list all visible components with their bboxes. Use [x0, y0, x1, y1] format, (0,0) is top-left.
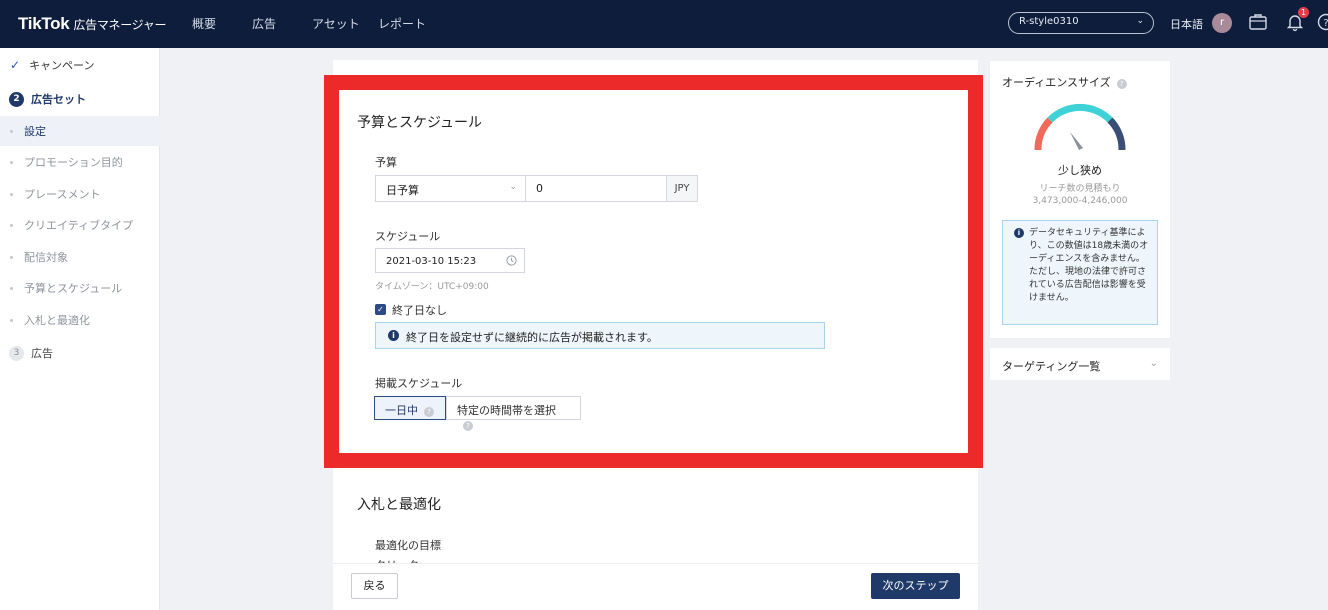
- sidebar-item-bidding[interactable]: 入札と最適化: [0, 305, 160, 335]
- nav-ads[interactable]: 広告: [252, 15, 276, 32]
- chevron-down-icon: ⌄: [1136, 16, 1144, 26]
- bullet-icon: [10, 286, 13, 290]
- sidebar-item-label: 入札と最適化: [24, 314, 90, 327]
- sidebar-item-label: クリエイティブタイプ: [24, 219, 134, 232]
- targeting-summary-toggle[interactable]: ターゲティング一覧 ⌄: [990, 348, 1170, 380]
- sidebar-item-label: プレースメント: [24, 188, 101, 201]
- sidebar-item-budget-schedule[interactable]: 予算とスケジュール: [0, 273, 160, 303]
- targeting-label: ターゲティング一覧: [1002, 360, 1101, 373]
- sidebar-step-label: 広告: [31, 347, 53, 360]
- notification-badge: 1: [1298, 7, 1309, 18]
- reach-range: 3,473,000-4,246,000: [1032, 196, 1128, 206]
- audience-size-title: オーディエンスサイズ?: [1002, 74, 1127, 90]
- sidebar-step-label: キャンペーン: [29, 59, 95, 72]
- svg-text:?: ?: [1323, 18, 1328, 29]
- sidebar: ✓ キャンペーン 2 広告セット 設定 プロモーション目的 プレースメント クリ…: [0, 48, 160, 610]
- bullet-icon: [10, 223, 13, 227]
- account-selector[interactable]: R-style0310 ⌄: [1008, 12, 1154, 34]
- highlight-box: [324, 75, 983, 468]
- nav-assets[interactable]: アセット: [312, 15, 360, 32]
- avatar[interactable]: r: [1212, 13, 1232, 33]
- sidebar-item-targeting[interactable]: 配信対象: [0, 242, 160, 272]
- step-number: 2: [9, 91, 24, 107]
- bullet-icon: [10, 318, 13, 322]
- tiktok-logo[interactable]: TikTok 広告マネージャー: [18, 14, 166, 34]
- sidebar-item-settings[interactable]: 設定: [0, 116, 160, 146]
- sidebar-item-label: 設定: [24, 125, 46, 138]
- brand-name: TikTok: [18, 14, 70, 33]
- language-selector[interactable]: 日本語: [1170, 16, 1203, 32]
- bullet-icon: [10, 160, 13, 164]
- top-nav-bar: TikTok 広告マネージャー 概要 広告 アセット レポート R-style03…: [0, 0, 1328, 48]
- sidebar-step-label: 広告セット: [31, 93, 86, 106]
- audience-level: 少し狭め: [1058, 164, 1102, 177]
- sidebar-item-placement[interactable]: プレースメント: [0, 179, 160, 209]
- sidebar-step-campaign[interactable]: ✓ キャンペーン: [0, 50, 160, 80]
- reach-label: リーチ数の見積もり: [1039, 184, 1121, 194]
- security-note: データセキュリティ基準により、この数値は18歳未満のオーディエンスを含みません。…: [1002, 220, 1158, 325]
- step-number: 3: [9, 345, 24, 361]
- check-icon: ✓: [10, 58, 21, 72]
- info-icon: i: [1014, 228, 1024, 238]
- sidebar-item-label: 配信対象: [24, 251, 68, 264]
- nav-overview[interactable]: 概要: [192, 15, 216, 32]
- sidebar-item-promotion-goal[interactable]: プロモーション目的: [0, 147, 160, 177]
- briefcase-icon[interactable]: [1248, 12, 1268, 32]
- sidebar-item-label: プロモーション目的: [24, 156, 123, 169]
- account-name: R-style0310: [1019, 16, 1079, 27]
- bullet-icon: [10, 192, 13, 196]
- bullet-icon: [10, 255, 13, 259]
- nav-reports[interactable]: レポート: [378, 15, 426, 32]
- sidebar-step-adgroup[interactable]: 2 広告セット: [0, 84, 160, 114]
- chevron-down-icon: ⌄: [1149, 358, 1158, 369]
- audience-title-text: オーディエンスサイズ: [1002, 76, 1111, 89]
- audience-gauge: [1034, 103, 1126, 151]
- question-icon[interactable]: ?: [1116, 79, 1127, 89]
- help-icon[interactable]: ?: [1316, 12, 1328, 32]
- sidebar-item-creative-type[interactable]: クリエイティブタイプ: [0, 210, 160, 240]
- bidding-title: 入札と最適化: [357, 497, 441, 513]
- back-button[interactable]: 戻る: [351, 573, 398, 599]
- sidebar-item-label: 予算とスケジュール: [24, 282, 123, 295]
- security-note-text: データセキュリティ基準により、この数値は18歳未満のオーディエンスを含みません。…: [1029, 228, 1149, 303]
- sidebar-step-ad[interactable]: 3 広告: [0, 338, 160, 368]
- brand-subtitle: 広告マネージャー: [73, 18, 167, 32]
- bullet-icon: [10, 129, 13, 133]
- optimization-goal-label: 最適化の目標: [375, 539, 441, 552]
- next-step-button[interactable]: 次のステップ: [871, 573, 960, 599]
